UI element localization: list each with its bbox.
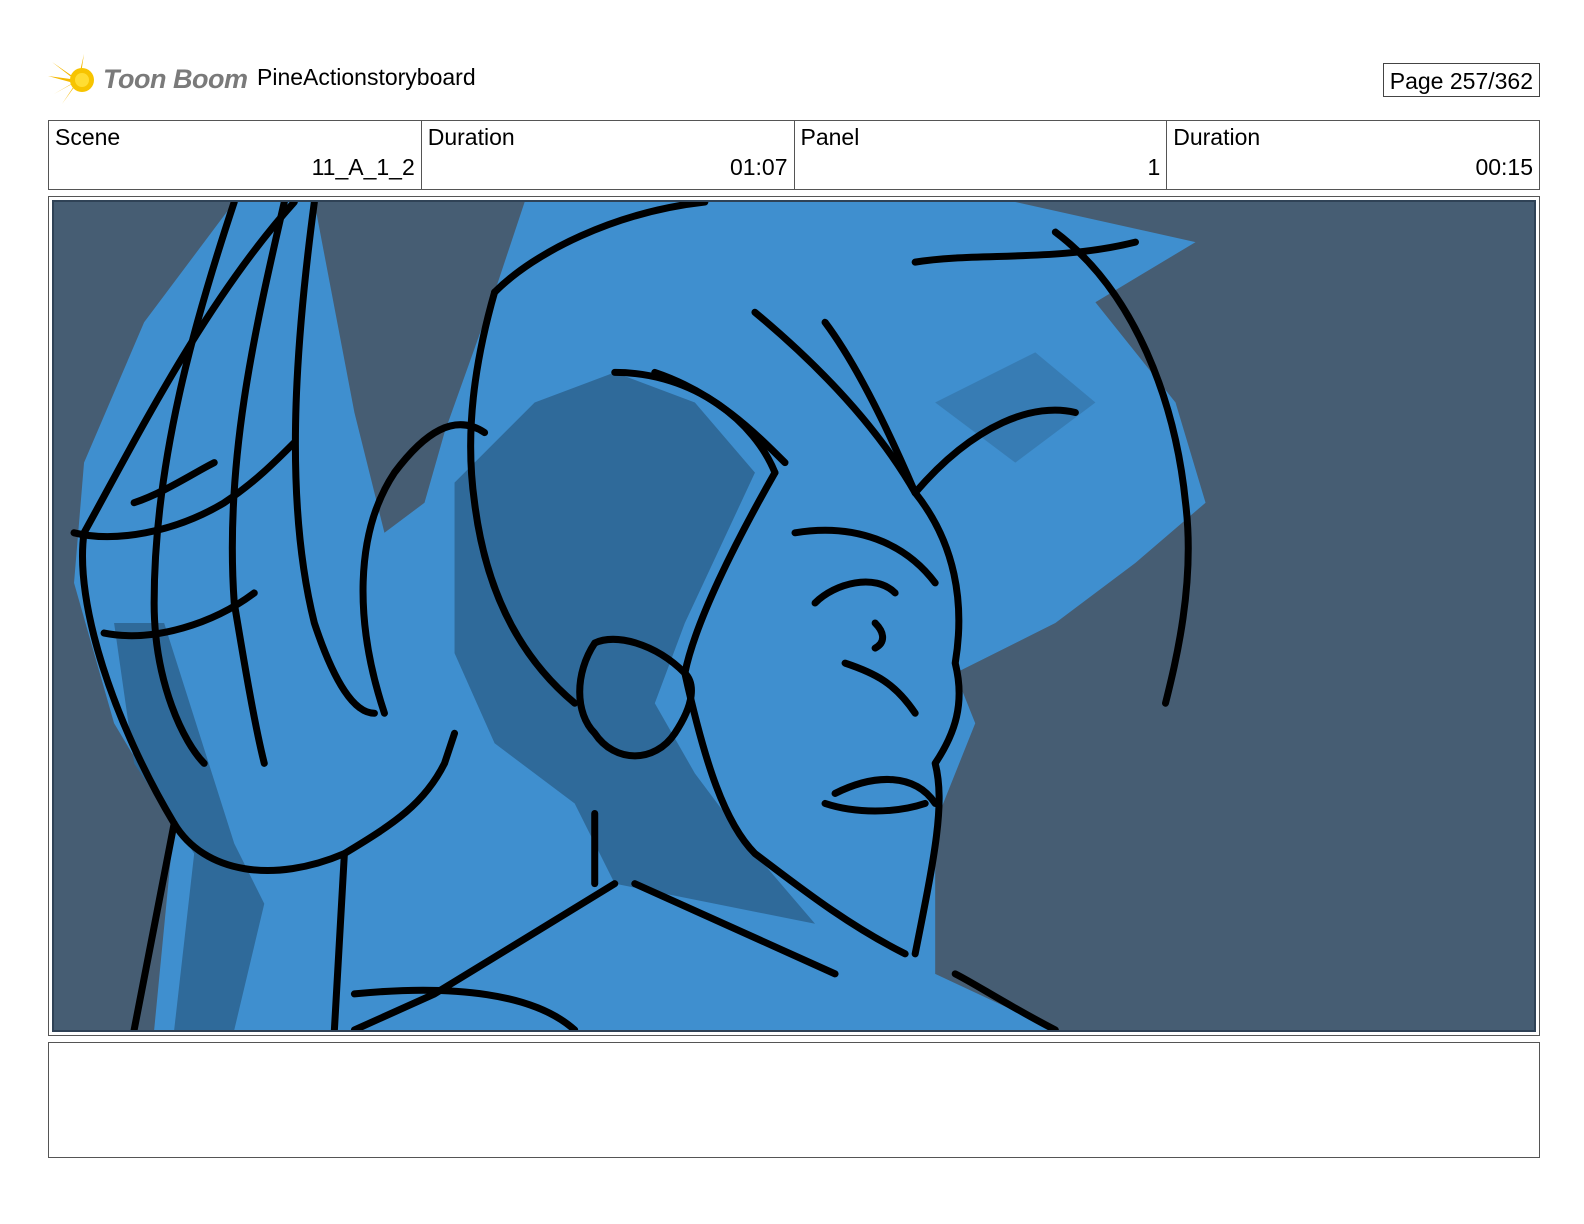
scene-duration-label: Duration <box>427 124 515 150</box>
sunburst-icon <box>48 54 94 104</box>
scene-info-table: Scene 11_A_1_2 Duration 01:07 Panel 1 Du… <box>48 120 1540 190</box>
storyboard-drawing <box>52 200 1536 1032</box>
scene-value: 11_A_1_2 <box>311 154 415 180</box>
panel-duration-value: 00:15 <box>1475 154 1533 180</box>
scene-duration-value: 01:07 <box>729 154 788 180</box>
panel-notes-box <box>48 1042 1540 1158</box>
scene-cell: Scene 11_A_1_2 <box>49 121 422 189</box>
panel-duration-cell: Duration 00:15 <box>1167 121 1539 189</box>
scene-label: Scene <box>55 124 121 150</box>
scene-duration-cell: Duration 01:07 <box>422 121 795 189</box>
logo-wordmark: Toon Boom <box>103 64 248 94</box>
panel-label: Panel <box>800 124 860 150</box>
page-number: Page 257/362 <box>1382 63 1540 97</box>
panel-value: 1 <box>1147 154 1161 180</box>
storyboard-panel-frame <box>48 196 1540 1036</box>
toon-boom-logo: Toon Boom <box>48 54 248 106</box>
panel-cell: Panel 1 <box>795 121 1168 189</box>
page-header: Toon Boom PineActionstoryboard Page 257/… <box>48 52 1540 108</box>
project-title: PineActionstoryboard <box>257 64 476 90</box>
panel-duration-label: Duration <box>1173 124 1261 150</box>
